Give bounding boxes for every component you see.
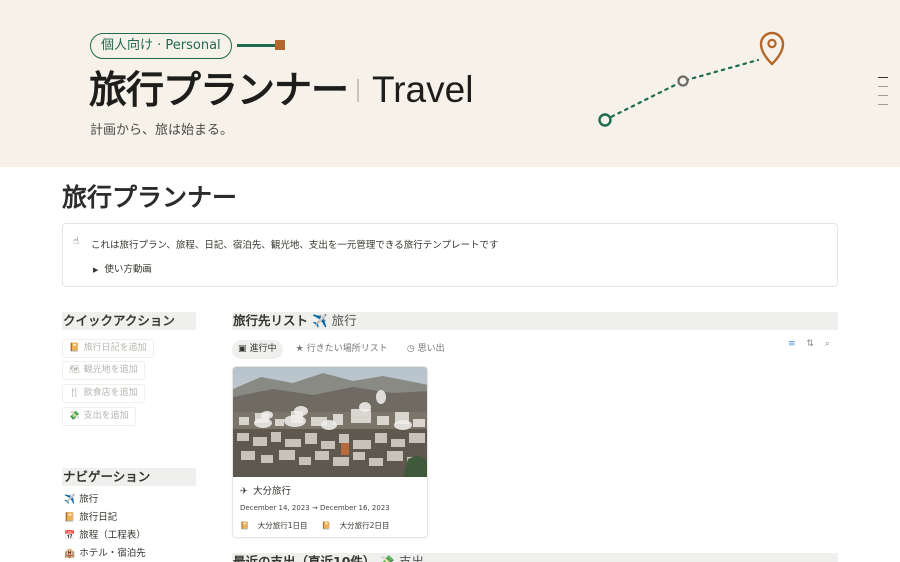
banner-subtitle: 計画から、旅は始まる。: [90, 123, 234, 138]
search-icon[interactable]: ⌕: [825, 339, 830, 349]
clock-icon: ◷: [406, 344, 415, 354]
nav-item-itinerary[interactable]: 📅 旅程（工程表）: [64, 529, 146, 543]
notebook-icon: 📔: [64, 513, 76, 523]
nav-item-hotels[interactable]: 🏨 ホテル・宿泊先: [64, 547, 146, 561]
route-start-point: [598, 113, 612, 127]
route-mid-point: [677, 75, 689, 87]
how-to-video-toggle[interactable]: ▶ 使い方動画: [93, 261, 152, 275]
nav-item-trips[interactable]: ✈️ 旅行: [64, 493, 98, 507]
diary-link[interactable]: 📔 大分旅行1日目: [240, 521, 314, 530]
nav-item-travel-diary[interactable]: 📔 旅行日記: [64, 511, 117, 525]
tab-in-progress[interactable]: ▣ 進行中: [232, 340, 283, 359]
expenses-db-title: 最近の支出（直近10件）: [233, 554, 376, 562]
banner-title-en: Travel: [372, 69, 474, 110]
trip-card-dates: December 14, 2023 → December 16, 2023: [240, 504, 390, 512]
pointing-hand-icon: ☝: [73, 236, 80, 247]
add-sightseeing-button[interactable]: 🗺 観光地を追加: [62, 361, 145, 380]
add-restaurant-button[interactable]: 🍴 飲食店を追加: [62, 384, 145, 403]
trips-db-toolbar: ≡ ⇅ ⌕: [788, 339, 830, 349]
location-pin-icon: [759, 31, 785, 66]
trips-db-heading: 旅行先リスト ✈️ 旅行: [232, 312, 838, 330]
airplane-icon: ✈: [240, 486, 248, 497]
tab-memories[interactable]: ◷ 思い出: [401, 340, 451, 359]
notebook-icon: 📔: [69, 343, 80, 353]
sort-icon[interactable]: ⇅: [806, 339, 814, 349]
airplane-icon: ✈️: [64, 495, 76, 505]
add-expense-button[interactable]: 💸 支出を追加: [62, 407, 136, 426]
toggle-label[interactable]: 使い方動画: [104, 264, 152, 275]
badge-decoration-line: [237, 44, 275, 47]
trip-card-title: ✈ 大分旅行: [240, 486, 291, 497]
cover-banner: 個人向け · Personal 旅行プランナー Travel 計画から、旅は始ま…: [0, 0, 900, 167]
filter-icon[interactable]: ≡: [788, 339, 796, 349]
trips-db-link[interactable]: 旅行: [332, 313, 357, 328]
navigation-heading: ナビゲーション: [62, 468, 196, 486]
map-icon: 🗺: [69, 365, 80, 375]
calendar-icon: 📅: [64, 531, 76, 541]
badge-decoration-square: [275, 40, 285, 50]
personal-badge: 個人向け · Personal: [90, 33, 232, 59]
hotel-icon: 🏨: [64, 549, 76, 559]
trips-db-view-tabs: ▣ 進行中 ★ 行きたい場所リスト ◷ 思い出: [232, 336, 453, 359]
page-title: 旅行プランナー: [62, 183, 238, 212]
notebook-icon: 📔: [240, 521, 250, 530]
tab-wishlist[interactable]: ★ 行きたい場所リスト: [290, 340, 394, 359]
callout-text: これは旅行プラン、旅程、日記、宿泊先、観光地、支出を一元管理できる旅行テンプレー…: [91, 240, 499, 251]
route-illustration: [598, 31, 785, 127]
trip-cover-image: [233, 367, 427, 477]
banner-title-ja: 旅行プランナー: [89, 68, 349, 112]
star-icon: ★: [295, 344, 304, 354]
toggle-triangle-icon[interactable]: ▶: [93, 266, 98, 274]
trips-db-title: 旅行先リスト: [233, 313, 309, 328]
money-icon: 💸: [379, 554, 395, 562]
trip-card-diary-links: 📔 大分旅行1日目 📔 大分旅行2日目: [240, 520, 401, 531]
calendar-icon: ▣: [238, 344, 247, 354]
notebook-icon: 📔: [321, 521, 332, 530]
expenses-db-heading: 最近の支出（直近10件） 💸 支出: [232, 553, 838, 562]
fork-knife-icon: 🍴: [69, 388, 80, 398]
table-of-contents-indicator[interactable]: [878, 77, 888, 113]
info-callout: ☝ これは旅行プラン、旅程、日記、宿泊先、観光地、支出を一元管理できる旅行テンプ…: [62, 223, 838, 287]
money-icon: 💸: [69, 411, 80, 421]
add-travel-diary-button[interactable]: 📔 旅行日記を追加: [62, 339, 154, 358]
airplane-icon: ✈️: [312, 313, 328, 328]
banner-divider: [357, 79, 359, 102]
trip-card[interactable]: ✈ 大分旅行 December 14, 2023 → December 16, 2…: [232, 366, 428, 538]
quick-actions-heading: クイックアクション: [62, 312, 196, 330]
diary-link[interactable]: 📔 大分旅行2日目: [322, 521, 396, 530]
expenses-db-link[interactable]: 支出: [399, 554, 424, 562]
